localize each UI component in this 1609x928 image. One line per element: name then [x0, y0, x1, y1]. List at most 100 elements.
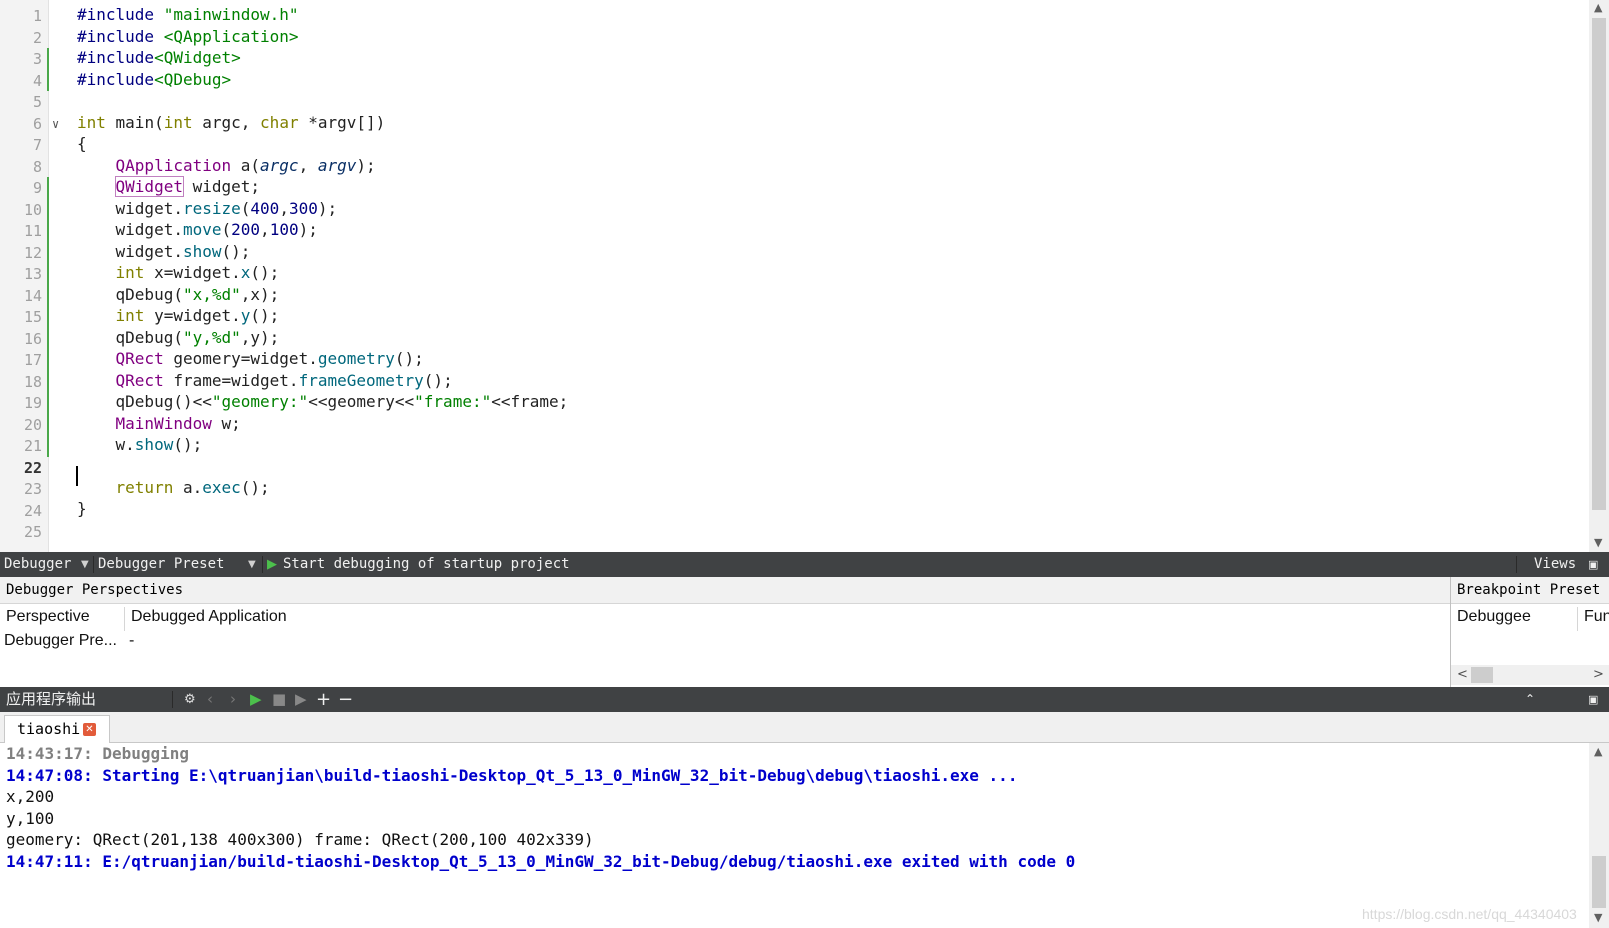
- editor-scroll-thumb[interactable]: [1592, 18, 1606, 510]
- maximize-panel-icon[interactable]: ▣: [1588, 687, 1598, 712]
- maximize-panel-icon[interactable]: ▣: [1588, 552, 1598, 577]
- code-line: widget.show();: [115, 242, 251, 261]
- code-line: qDebug()<<"geomery:"<<geomery<<"frame:"<…: [115, 392, 569, 411]
- output-pane-toolbar: 应用程序输出 ⚙ ‹ › ▶ ■ ▶ + − ⌃ ▣: [0, 687, 1609, 712]
- start-debug-icon[interactable]: ▶: [267, 552, 277, 577]
- line-number: 14: [23, 287, 42, 305]
- start-debugging-button[interactable]: Start debugging of startup project: [283, 552, 570, 577]
- tab-label: tiaoshi: [17, 720, 81, 738]
- perspective-cell[interactable]: Debugger Pre...: [4, 632, 117, 650]
- line-number: 4: [32, 72, 42, 90]
- scroll-left-icon[interactable]: <: [1457, 667, 1468, 682]
- line-number: 13: [23, 265, 42, 283]
- previous-icon[interactable]: ‹: [207, 687, 213, 712]
- scroll-up-icon[interactable]: ▲: [1594, 1, 1602, 14]
- modified-line-marker: [47, 177, 49, 457]
- output-line: geomery: QRect(201,138 400x300) frame: Q…: [6, 830, 594, 849]
- next-icon[interactable]: ›: [230, 687, 236, 712]
- debugger-preset-dropdown[interactable]: Debugger Preset: [98, 552, 224, 577]
- toolbar-separator: [93, 556, 94, 573]
- line-number: 19: [23, 394, 42, 412]
- chevron-down-icon[interactable]: ▼: [248, 552, 256, 577]
- line-number: 12: [23, 244, 42, 262]
- code-line: #include<QWidget>: [77, 48, 241, 67]
- code-line: int main(int argc, char *argv[]): [77, 113, 386, 132]
- breakpoint-preset-panel: Breakpoint Preset Debuggee Fun < >: [1451, 577, 1609, 687]
- scroll-thumb[interactable]: [1471, 667, 1493, 683]
- line-number: 25: [23, 523, 42, 541]
- column-header-function[interactable]: Fun: [1584, 608, 1609, 626]
- code-line: }: [77, 499, 87, 518]
- debug-run-icon[interactable]: ▶: [295, 687, 307, 712]
- run-icon[interactable]: ▶: [250, 687, 262, 712]
- panel-title: Breakpoint Preset: [1451, 577, 1609, 604]
- line-number: 23: [23, 480, 42, 498]
- application-output[interactable]: 14:43:17: Debugging 14:47:08: Starting E…: [0, 743, 1589, 928]
- application-cell[interactable]: -: [129, 632, 134, 650]
- horizontal-scrollbar[interactable]: < >: [1451, 665, 1609, 685]
- column-divider: [124, 607, 125, 631]
- close-icon[interactable]: ✕: [83, 723, 96, 736]
- scroll-up-icon[interactable]: ▲: [1594, 745, 1602, 758]
- line-number: 16: [23, 330, 42, 348]
- toolbar-separator: [262, 556, 263, 573]
- output-line: x,200: [6, 787, 55, 806]
- modified-line-marker: [47, 48, 49, 91]
- toolbar-separator: [1516, 556, 1517, 573]
- code-line: QRect geomery=widget.geometry();: [115, 349, 424, 368]
- scroll-down-icon[interactable]: ▼: [1594, 911, 1602, 924]
- stop-icon[interactable]: ■: [272, 687, 286, 712]
- fold-chevron-icon[interactable]: ∨: [52, 117, 59, 131]
- scroll-right-icon[interactable]: >: [1593, 667, 1604, 682]
- line-number: 11: [23, 222, 42, 240]
- attach-icon[interactable]: ⚙: [184, 687, 196, 712]
- text-caret: [76, 466, 78, 486]
- line-number: 7: [32, 136, 42, 154]
- views-button[interactable]: Views: [1534, 552, 1576, 577]
- scroll-down-icon[interactable]: ▼: [1594, 536, 1602, 549]
- code-editor[interactable]: 1 2 3 4 5 6 7 8 9 10 11 12 13 14 15 16 1…: [0, 0, 1609, 553]
- tab-tiaoshi[interactable]: tiaoshi ✕: [4, 715, 110, 743]
- line-number: 24: [23, 502, 42, 520]
- line-number: 9: [32, 179, 42, 197]
- code-line: int x=widget.x();: [115, 263, 280, 282]
- code-line: QWidget widget;: [114, 176, 261, 197]
- watermark-text: https://blog.csdn.net/qq_44340403: [1362, 906, 1577, 922]
- column-divider: [1577, 607, 1578, 631]
- toolbar-separator: [172, 691, 173, 708]
- code-line: return a.exec();: [115, 478, 270, 497]
- output-scroll-thumb[interactable]: [1592, 856, 1606, 908]
- debugger-perspectives-panel: Debugger Perspectives Perspective Debugg…: [0, 577, 1451, 687]
- panel-title: Debugger Perspectives: [0, 577, 1450, 604]
- line-number-current: 22: [23, 459, 42, 477]
- output-line: 14:47:11: E:/qtruanjian/build-tiaoshi-De…: [6, 852, 1076, 871]
- code-line: int y=widget.y();: [115, 306, 280, 325]
- code-line: w.show();: [115, 435, 203, 454]
- code-line: widget.move(200,100);: [115, 220, 318, 239]
- line-number: 15: [23, 308, 42, 326]
- code-line: {: [77, 134, 87, 153]
- code-line: QApplication a(argc, argv);: [115, 156, 376, 175]
- collapse-up-icon[interactable]: ⌃: [1525, 687, 1535, 712]
- column-header-debuggee[interactable]: Debuggee: [1457, 608, 1531, 626]
- line-number: 21: [23, 437, 42, 455]
- zoom-out-icon[interactable]: −: [338, 687, 353, 712]
- line-number: 20: [23, 416, 42, 434]
- code-line: qDebug("x,%d",x);: [115, 285, 280, 304]
- code-line: widget.resize(400,300);: [115, 199, 338, 218]
- debugger-dropdown[interactable]: Debugger: [4, 552, 71, 577]
- line-number: 5: [32, 93, 42, 111]
- line-number: 18: [23, 373, 42, 391]
- code-line: qDebug("y,%d",y);: [115, 328, 280, 347]
- line-number: 17: [23, 351, 42, 369]
- code-line: #include "mainwindow.h": [77, 5, 299, 24]
- line-number: 3: [32, 50, 42, 68]
- chevron-down-icon[interactable]: ▼: [81, 552, 89, 577]
- column-header-perspective[interactable]: Perspective: [6, 608, 90, 626]
- line-number: 1: [32, 7, 42, 25]
- line-number: 2: [32, 29, 42, 47]
- output-pane-title[interactable]: 应用程序输出: [6, 687, 96, 712]
- code-line: MainWindow w;: [115, 414, 241, 433]
- zoom-in-icon[interactable]: +: [316, 687, 331, 712]
- column-header-debugged-application[interactable]: Debugged Application: [131, 608, 287, 626]
